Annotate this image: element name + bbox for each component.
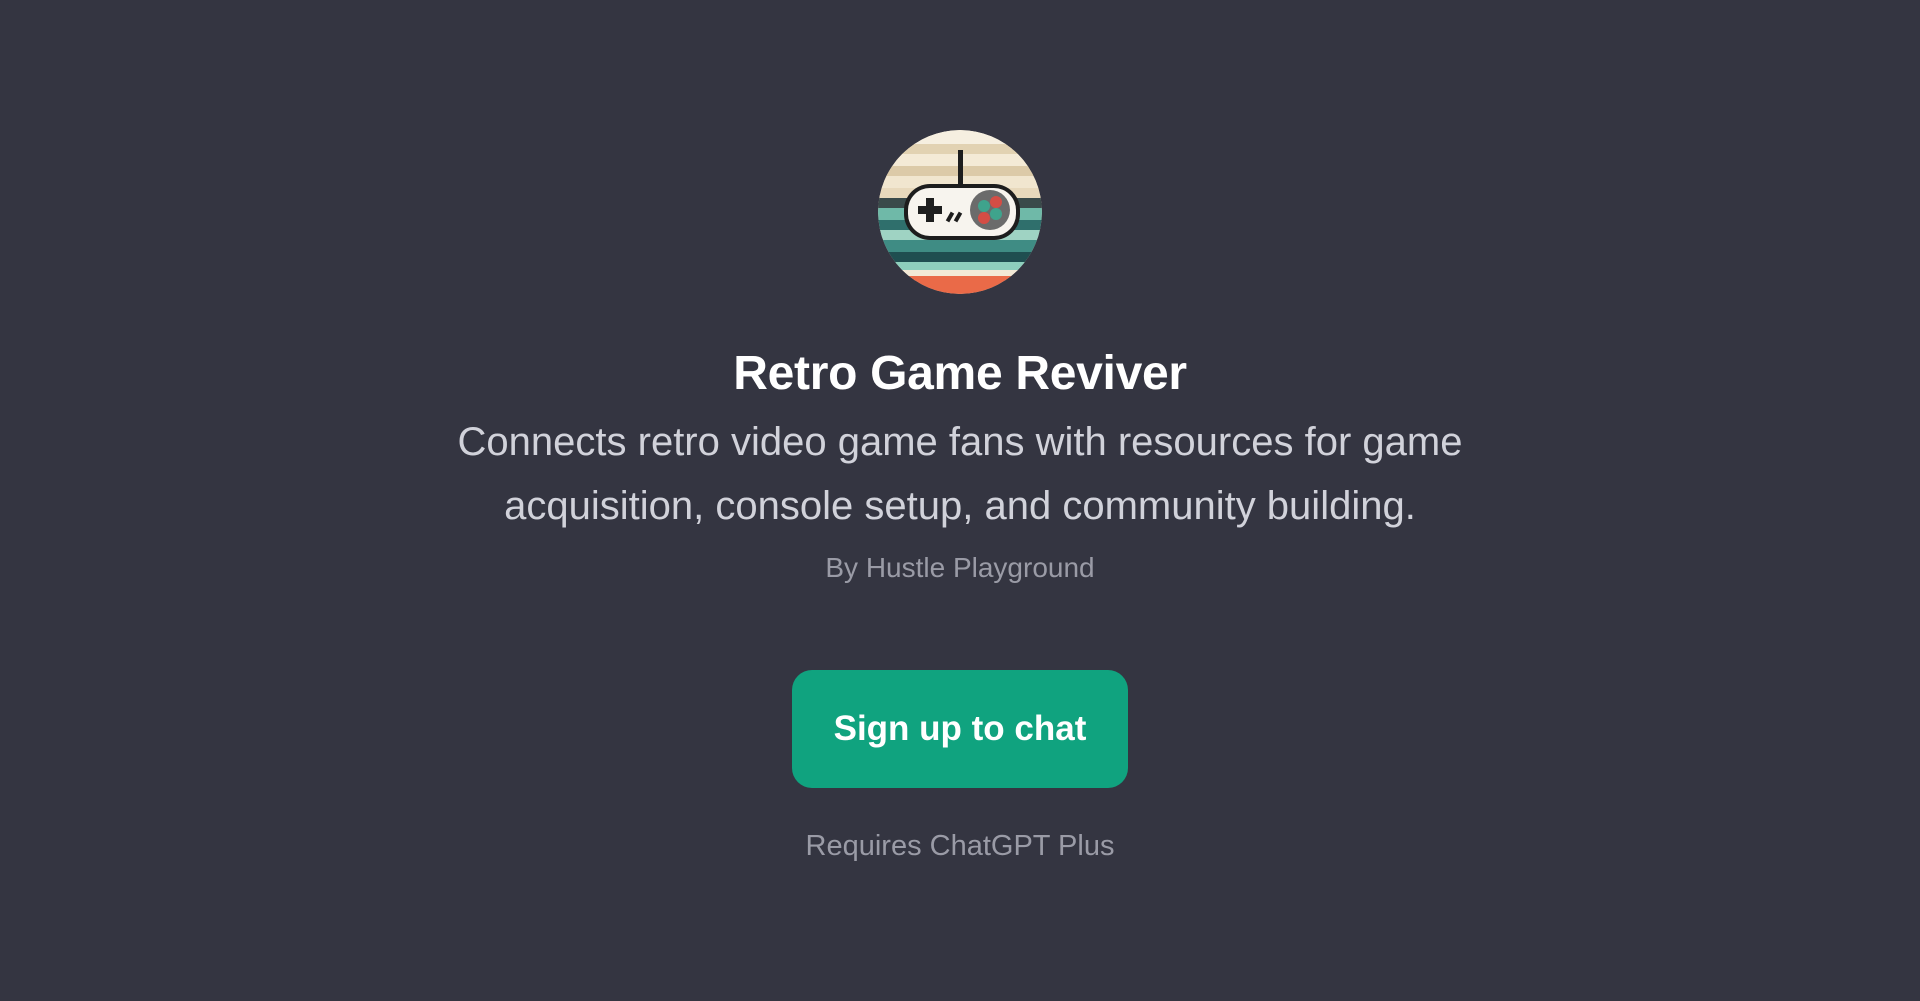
gpt-title: Retro Game Reviver [733,347,1187,400]
gpt-landing-page: Retro Game Reviver Connects retro video … [0,0,1920,1001]
gpt-description: Connects retro video game fans with reso… [457,420,1463,528]
gpt-author: By Hustle Playground [825,552,1095,583]
retro-gamepad-avatar [878,130,1042,294]
sign-up-to-chat-button[interactable]: Sign up to chat [792,670,1128,788]
gpt-profile: Retro Game Reviver Connects retro video … [0,130,1920,864]
plan-requirement-note: Requires ChatGPT Plus [805,830,1115,862]
